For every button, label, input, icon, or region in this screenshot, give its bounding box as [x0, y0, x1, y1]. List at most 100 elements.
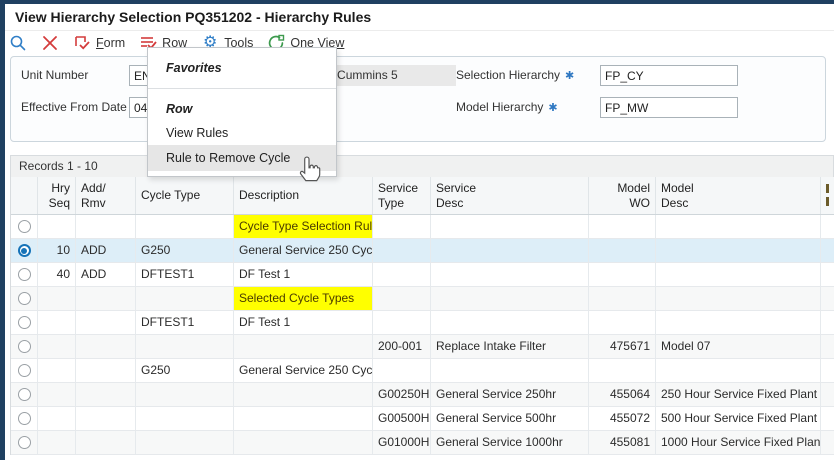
grid-header-service-type[interactable]: ServiceType [373, 177, 431, 214]
grid-cell [656, 215, 821, 238]
grid-cell: General Service 1000hr [431, 431, 589, 454]
grid-cell [38, 359, 76, 382]
grid-cell [234, 431, 373, 454]
grid-cell [821, 383, 834, 406]
row-select-cell [11, 335, 38, 358]
menu-section-favorites: Favorites [148, 56, 336, 80]
grid-cell [136, 383, 234, 406]
grid-cell [234, 407, 373, 430]
grid-cell [589, 311, 656, 334]
grid-cell [821, 215, 834, 238]
grid-cell [431, 263, 589, 286]
table-row[interactable]: Selected Cycle Types [11, 287, 834, 311]
records-count-label: Records 1 - 10 [19, 159, 98, 173]
search-icon[interactable] [9, 34, 27, 52]
grid-cell [38, 431, 76, 454]
grid-cell: 200-001 [373, 335, 431, 358]
grid-header-service-desc[interactable]: ServiceDesc [431, 177, 589, 214]
grid-cell: 455064 [589, 383, 656, 406]
grid-header-clipped-column [821, 177, 834, 214]
row-radio[interactable] [18, 244, 31, 257]
table-row[interactable]: G00500HGeneral Service 500hr455072500 Ho… [11, 407, 834, 431]
row-radio[interactable] [18, 268, 31, 281]
grid-header-cycle-type[interactable]: Cycle Type [136, 177, 234, 214]
table-row[interactable]: 200-001Replace Intake Filter475671Model … [11, 335, 834, 359]
records-count-bar: Records 1 - 10 [10, 155, 834, 177]
selection-hierarchy-label: Selection Hierarchy✱ [456, 68, 574, 82]
grid-cell [136, 287, 234, 310]
grid-cell [656, 239, 821, 262]
row-radio[interactable] [18, 388, 31, 401]
grid-cell: Cycle Type Selection Rules [234, 215, 373, 238]
grid-cell [76, 215, 136, 238]
grid-cell [38, 311, 76, 334]
unit-number-label: Unit Number [21, 68, 88, 82]
row-radio[interactable] [18, 436, 31, 449]
table-row[interactable]: G01000HGeneral Service 1000hr4550811000 … [11, 431, 834, 455]
close-icon[interactable] [41, 34, 59, 52]
grid-cell [656, 359, 821, 382]
grid-cell: General Service 250hr [431, 383, 589, 406]
grid-cell [373, 359, 431, 382]
grid-cell [38, 335, 76, 358]
table-row[interactable]: DFTEST1DF Test 1 [11, 311, 834, 335]
grid-cell [589, 239, 656, 262]
row-radio[interactable] [18, 412, 31, 425]
grid-cell [38, 407, 76, 430]
row-select-cell [11, 359, 38, 382]
grid-cell [373, 239, 431, 262]
grid-header-hry-seq[interactable]: HrySeq [38, 177, 76, 214]
grid-cell [589, 287, 656, 310]
grid-cell [136, 335, 234, 358]
grid-cell [821, 311, 834, 334]
grid-cell [373, 263, 431, 286]
grid-cell: 10 [38, 239, 76, 262]
table-row[interactable]: G250General Service 250 Cycle [11, 359, 834, 383]
model-hierarchy-label: Model Hierarchy✱ [456, 100, 558, 114]
grid-cell [234, 335, 373, 358]
grid-cell: 250 Hour Service Fixed Plant [656, 383, 821, 406]
grid-header-row: HrySeq Add/Rmv Cycle Type Description Se… [11, 177, 834, 215]
table-row[interactable]: G00250HGeneral Service 250hr455064250 Ho… [11, 383, 834, 407]
grid-cell: DF Test 1 [234, 311, 373, 334]
grid-header-model-wo[interactable]: ModelWO [589, 177, 656, 214]
row-radio[interactable] [18, 292, 31, 305]
grid-cell: 40 [38, 263, 76, 286]
grid-cell [234, 383, 373, 406]
row-select-cell [11, 383, 38, 406]
form-menu-button[interactable]: Form [73, 34, 125, 52]
grid-cell: Model 07 [656, 335, 821, 358]
row-select-cell [11, 239, 38, 262]
grid-cell: G250 [136, 359, 234, 382]
row-radio[interactable] [18, 340, 31, 353]
row-radio[interactable] [18, 220, 31, 233]
grid-cell: DFTEST1 [136, 311, 234, 334]
row-radio[interactable] [18, 316, 31, 329]
grid-cell: DFTEST1 [136, 263, 234, 286]
row-radio[interactable] [18, 364, 31, 377]
model-hierarchy-input[interactable] [600, 97, 738, 118]
grid-cell: General Service 250 Cycle [234, 239, 373, 262]
table-row[interactable]: Cycle Type Selection Rules [11, 215, 834, 239]
table-row[interactable]: 10ADDG250General Service 250 Cycle [11, 239, 834, 263]
grid-cell [431, 359, 589, 382]
grid-header-add-rmv[interactable]: Add/Rmv [76, 177, 136, 214]
grid-cell [76, 359, 136, 382]
row-select-cell [11, 431, 38, 454]
effective-from-date-label: Effective From Date [21, 100, 127, 114]
table-row[interactable]: 40ADDDFTEST1DF Test 1 [11, 263, 834, 287]
grid-cell: 455081 [589, 431, 656, 454]
row-select-cell [11, 407, 38, 430]
grid-cell [431, 287, 589, 310]
selection-hierarchy-input[interactable] [600, 65, 738, 86]
grid-cell [76, 335, 136, 358]
window-frame-left [0, 0, 5, 460]
grid-cell: ADD [76, 239, 136, 262]
menu-item-view-rules[interactable]: View Rules [148, 121, 336, 145]
row-select-cell [11, 263, 38, 286]
required-asterisk-icon: ✱ [548, 102, 557, 114]
grid-header-model-desc[interactable]: ModelDesc [656, 177, 821, 214]
row-select-cell [11, 311, 38, 334]
grid-cell [76, 287, 136, 310]
grid-cell [76, 311, 136, 334]
